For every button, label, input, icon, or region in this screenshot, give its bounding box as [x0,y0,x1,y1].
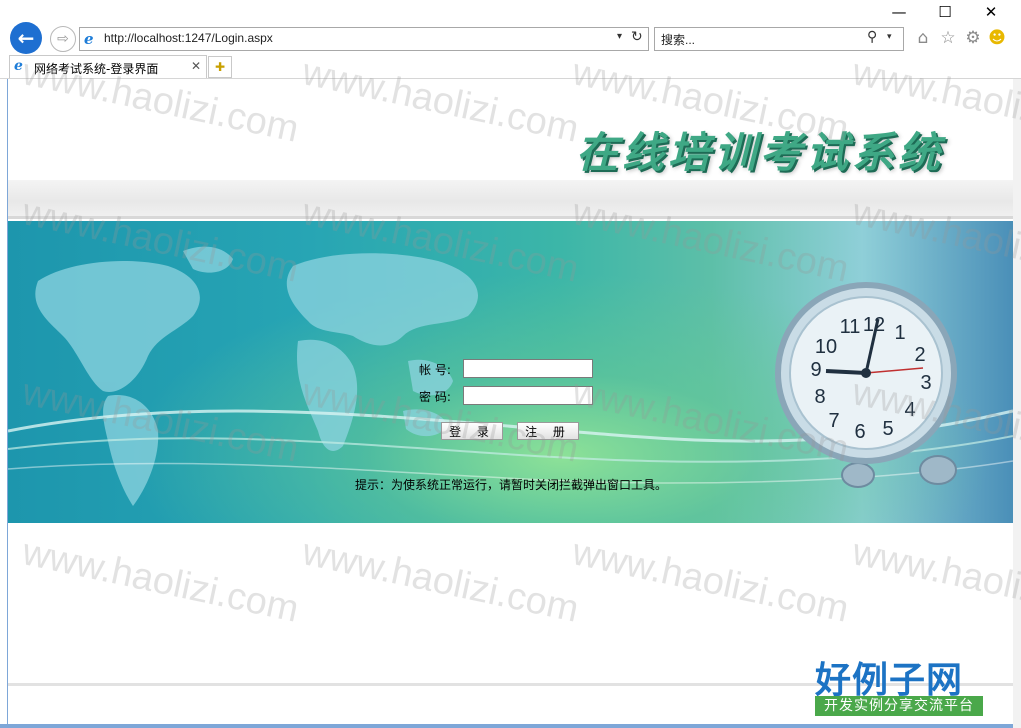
username-label: 帐 号: [419,363,451,377]
title-bar: — ☐ ✕ [0,0,1021,24]
ie-logo-icon: e [14,58,23,74]
back-button[interactable]: ← [10,22,42,54]
address-bar[interactable]: e http://localhost:1247/Login.aspx ▾ ↻ [79,27,649,51]
forward-button[interactable]: ⇨ [50,26,76,52]
window-frame-bottom [0,724,1012,728]
login-button[interactable]: 登 录 [441,422,503,440]
ie-logo-icon: e [84,30,94,48]
username-input[interactable] [463,359,593,378]
search-input[interactable]: 搜索... [661,31,695,48]
forward-arrow-icon: ⇨ [57,31,69,47]
window-frame-left [0,79,8,728]
tab-title: 网络考试系统-登录界面 [34,62,159,76]
tab-strip: e 网络考试系统-登录界面 ✕ ✚ [0,54,1021,79]
new-tab-icon: ✚ [214,60,226,74]
password-input[interactable] [463,386,593,405]
close-window-button[interactable]: ✕ [968,0,1014,24]
new-tab-button[interactable]: ✚ [208,56,232,78]
back-arrow-icon: ← [17,26,35,50]
minimize-button[interactable]: — [876,0,922,24]
register-button[interactable]: 注 册 [517,422,579,440]
maximize-button[interactable]: ☐ [922,0,968,24]
address-dropdown-icon[interactable]: ▾ [617,31,622,42]
search-box[interactable]: 搜索... ⚲ ▾ [654,27,904,51]
page-header: 在线培训考试系统 [8,79,1013,179]
window-frame-right [1012,79,1021,728]
page-viewport: 在线培训考试系统 12 1 2 3 4 5 6 7 8 9 10 11 帐 号:… [8,79,1013,724]
header-divider [8,216,1013,219]
refresh-icon[interactable]: ↻ [631,29,643,45]
haolizi-brand-logo: 好例子网 开发实例分享交流平台 [815,651,983,721]
login-form: 帐 号: 密 码: 登 录 注 册 提示：为使系统正常运行，请暂时关闭拦截弹出窗… [8,221,1013,523]
site-title: 在线培训考试系统 [576,128,945,177]
brand-slogan: 开发实例分享交流平台 [815,696,983,716]
header-band [8,180,1013,216]
favorites-star-icon[interactable]: ☆ [937,27,959,49]
password-label: 密 码: [419,390,451,404]
feedback-smiley-icon[interactable]: ☻ [986,27,1008,49]
navigation-bar: ← ⇨ e http://localhost:1247/Login.aspx ▾… [0,22,1021,54]
settings-gear-icon[interactable]: ⚙ [962,27,984,49]
tab-login-page[interactable]: e 网络考试系统-登录界面 ✕ [9,55,207,78]
login-banner: 12 1 2 3 4 5 6 7 8 9 10 11 帐 号: 密 码: 登 录… [8,221,1013,523]
search-icon[interactable]: ⚲ [867,29,877,45]
popup-hint-text: 提示：为使系统正常运行，请暂时关闭拦截弹出窗口工具。 [355,478,668,492]
tab-close-icon[interactable]: ✕ [191,59,201,73]
search-dropdown-icon[interactable]: ▾ [887,32,892,42]
address-text[interactable]: http://localhost:1247/Login.aspx [104,31,273,45]
home-icon[interactable]: ⌂ [912,27,934,49]
